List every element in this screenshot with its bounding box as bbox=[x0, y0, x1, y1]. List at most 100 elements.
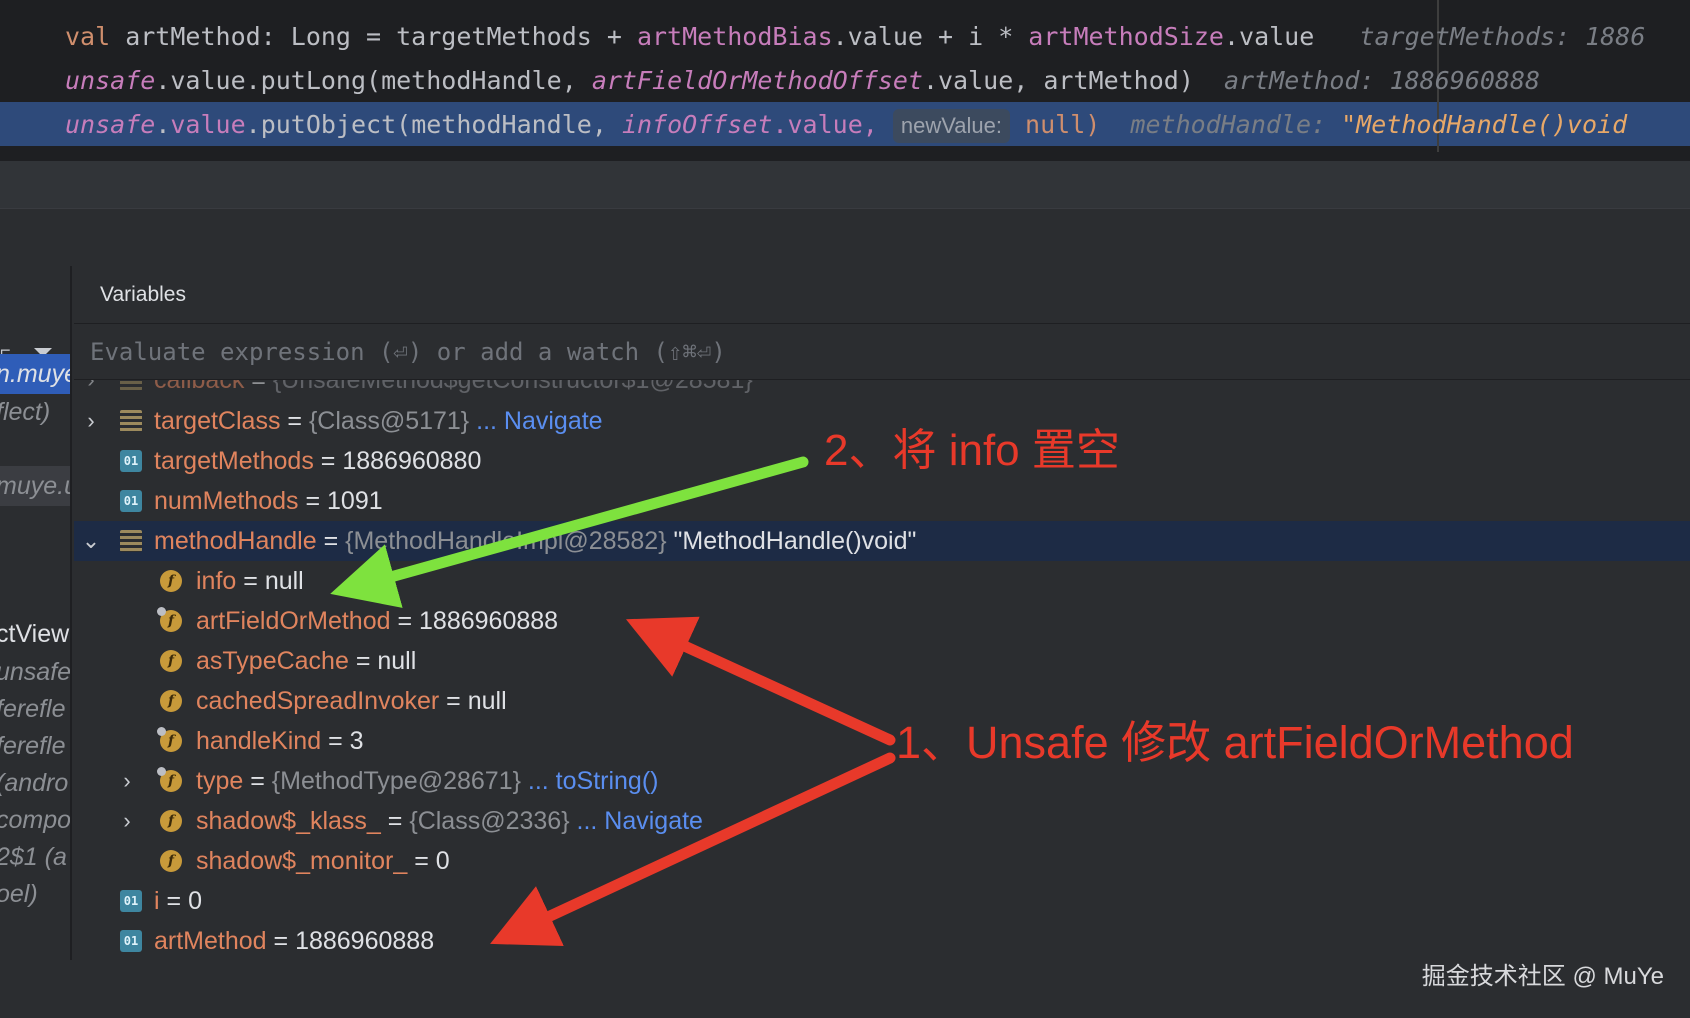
field-icon: f bbox=[157, 607, 182, 632]
chevron-right-icon[interactable]: › bbox=[80, 401, 102, 441]
code-editor[interactable]: val artMethod: Long = targetMethods + ar… bbox=[0, 0, 1690, 160]
code-text: .value.putLong(methodHandle, bbox=[155, 66, 592, 95]
equals-sign: = bbox=[316, 527, 346, 555]
inline-debug-value: "MethodHandle()void bbox=[1341, 110, 1628, 139]
code-text: . bbox=[155, 110, 171, 139]
variable-value: 0 bbox=[435, 847, 450, 875]
frame-item[interactable]: oel) bbox=[0, 874, 70, 914]
field-icon: f bbox=[157, 767, 182, 792]
keyword-val: val bbox=[65, 22, 111, 51]
tree-row-shadow-monitor[interactable]: f shadow$_monitor_ = 0 bbox=[74, 841, 1690, 881]
equals-sign: = bbox=[407, 847, 436, 875]
equals-sign: = bbox=[348, 647, 378, 675]
object-icon bbox=[120, 530, 142, 552]
code-line-artmethod[interactable]: val artMethod: Long = targetMethods + ar… bbox=[65, 15, 1645, 59]
code-text: artMethod: Long = targetMethods + bbox=[110, 22, 637, 51]
primitive-icon: 01 bbox=[120, 450, 142, 472]
chevron-right-icon[interactable]: › bbox=[116, 761, 138, 801]
property-unsafe: unsafe bbox=[65, 66, 156, 95]
property-artfieldormethodoffset: artFieldOrMethodOffset bbox=[591, 66, 923, 95]
variable-value: {Class@5171} bbox=[308, 407, 470, 435]
primitive-icon: 01 bbox=[120, 890, 142, 912]
variable-value: {MethodHandleImpl@28582} bbox=[345, 527, 667, 555]
variables-title: Variables bbox=[100, 283, 186, 306]
variable-name: callback bbox=[154, 380, 245, 394]
variables-header: Variables bbox=[74, 266, 1690, 324]
frame-item[interactable]: ferefle bbox=[0, 726, 70, 766]
variable-name: targetMethods bbox=[154, 447, 314, 475]
variable-name: artFieldOrMethod bbox=[196, 607, 391, 635]
code-line-putlong[interactable]: unsafe.value.putLong(methodHandle, artFi… bbox=[65, 59, 1540, 103]
chevron-down-icon[interactable]: ⌄ bbox=[80, 521, 102, 561]
watermark: 掘金技术社区 @ MuYe bbox=[1421, 963, 1664, 990]
variable-name: methodHandle bbox=[154, 527, 317, 555]
variable-name: asTypeCache bbox=[196, 647, 349, 675]
frame-item[interactable]: unsafe bbox=[0, 652, 70, 692]
equals-sign: = bbox=[298, 487, 328, 515]
tree-row-callback[interactable]: › callback = {UnsafeMethod$getConstructo… bbox=[74, 380, 1690, 400]
null-literal: null) bbox=[1025, 110, 1101, 139]
tree-row-artfieldormethod[interactable]: f artFieldOrMethod = 1886960888 bbox=[74, 601, 1690, 641]
equals-sign: = bbox=[243, 767, 272, 795]
chevron-right-icon[interactable]: › bbox=[80, 380, 102, 400]
object-icon bbox=[120, 380, 142, 391]
frame-item[interactable]: compo bbox=[0, 800, 70, 840]
annotation-step1: 1、Unsafe 修改 artFieldOrMethod bbox=[896, 717, 1574, 768]
tree-row-methodhandle[interactable]: ⌄ methodHandle = {MethodHandleImpl@28582… bbox=[74, 521, 1690, 561]
variable-name: type bbox=[196, 767, 244, 795]
navigate-link[interactable]: ... Navigate bbox=[469, 407, 602, 435]
frames-toolbar bbox=[0, 266, 70, 322]
navigate-link[interactable]: ... Navigate bbox=[570, 807, 703, 835]
equals-sign: = bbox=[321, 727, 350, 755]
chevron-right-icon[interactable]: › bbox=[116, 801, 138, 841]
tree-row-astypecache[interactable]: f asTypeCache = null bbox=[74, 641, 1690, 681]
property-artmethodbias: artMethodBias bbox=[636, 22, 833, 51]
equals-sign: = bbox=[236, 567, 265, 595]
variable-value: null bbox=[467, 687, 507, 715]
variable-value: null bbox=[377, 647, 417, 675]
inline-debug-label: methodHandle: bbox=[1130, 110, 1342, 139]
code-line-putobject[interactable]: unsafe.value.putObject(methodHandle, inf… bbox=[65, 103, 1627, 147]
tree-row-nummethods[interactable]: 01 numMethods = 1091 bbox=[74, 481, 1690, 521]
equals-sign: = bbox=[390, 607, 420, 635]
frame-item[interactable]: n.muye bbox=[0, 354, 70, 394]
variable-value: 0 bbox=[188, 887, 202, 915]
frame-item[interactable]: (andro bbox=[0, 763, 70, 803]
tree-row-info[interactable]: f info = null bbox=[74, 561, 1690, 601]
variable-name: cachedSpreadInvoker bbox=[196, 687, 440, 715]
variable-name: targetClass bbox=[154, 407, 281, 435]
frame-item[interactable]: flect) bbox=[0, 392, 70, 432]
frame-item[interactable]: 2$1 (a bbox=[0, 837, 70, 877]
evaluate-bar[interactable] bbox=[74, 324, 1690, 380]
object-icon bbox=[120, 410, 142, 432]
equals-sign: = bbox=[280, 407, 309, 435]
variable-name: info bbox=[196, 567, 237, 595]
variable-value: 1886960880 bbox=[342, 447, 482, 475]
debugger-tab-strip bbox=[0, 208, 1690, 266]
frame-item[interactable]: muye.u bbox=[0, 466, 70, 506]
tostring-link[interactable]: ... toString() bbox=[521, 767, 659, 795]
equals-sign: = bbox=[266, 927, 296, 955]
variable-value: 3 bbox=[349, 727, 364, 755]
frame-item[interactable]: ferefle bbox=[0, 689, 70, 729]
code-text: .value, bbox=[772, 110, 893, 139]
parameter-name-hint: newValue: bbox=[892, 109, 1010, 143]
property-value: value bbox=[170, 110, 246, 139]
variable-value: null bbox=[264, 567, 304, 595]
inline-debug-value: artMethod: 1886960888 bbox=[1224, 66, 1541, 95]
tree-row-shadow-klass[interactable]: › f shadow$_klass_ = {Class@2336} ... Na… bbox=[74, 801, 1690, 841]
field-icon: f bbox=[160, 690, 182, 712]
variable-name: shadow$_monitor_ bbox=[196, 847, 408, 875]
frames-panel[interactable]: ⌐ n.muye flect) muye.u ctView unsafe fer… bbox=[0, 266, 72, 960]
tree-row-artmethod[interactable]: 01 artMethod = 1886960888 bbox=[74, 921, 1690, 960]
property-artmethodsize: artMethodSize bbox=[1028, 22, 1224, 51]
field-icon: f bbox=[160, 810, 182, 832]
tree-row-i[interactable]: 01 i = 0 bbox=[74, 881, 1690, 921]
frame-item[interactable]: ctView bbox=[0, 614, 70, 654]
variable-name: shadow$_klass_ bbox=[196, 807, 381, 835]
property-infooffset: infoOffset bbox=[621, 110, 773, 139]
evaluate-expression-input[interactable] bbox=[90, 324, 1670, 380]
debugger-toolbar bbox=[0, 160, 1690, 208]
primitive-icon: 01 bbox=[120, 490, 142, 512]
primitive-icon: 01 bbox=[120, 930, 142, 952]
